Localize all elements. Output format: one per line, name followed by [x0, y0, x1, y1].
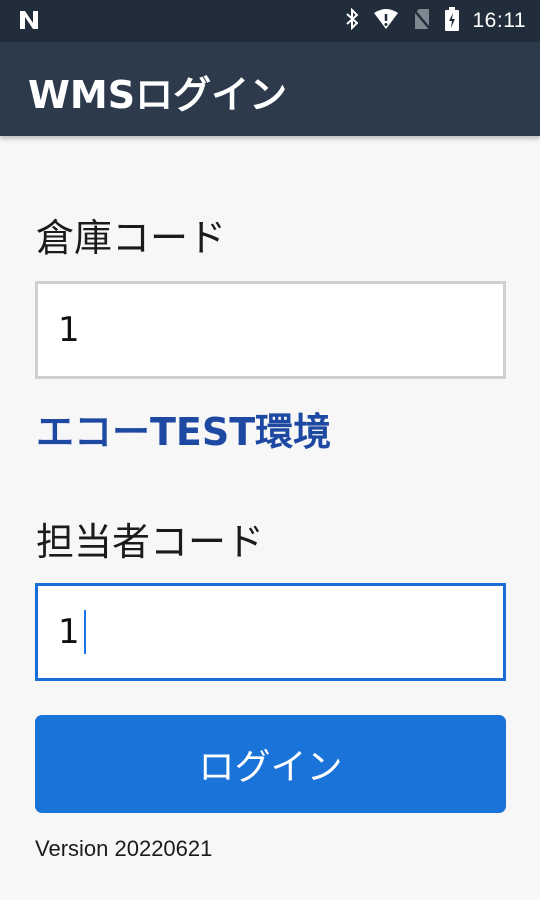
- staff-code-input[interactable]: 1: [35, 583, 506, 681]
- environment-label: エコーTEST環境: [36, 410, 332, 454]
- n-logo-icon: [18, 9, 40, 35]
- text-cursor: [83, 610, 86, 654]
- wifi-icon: [373, 8, 399, 34]
- warehouse-code-value: 1: [58, 310, 80, 350]
- warehouse-code-label: 倉庫コード: [36, 216, 227, 260]
- staff-code-label: 担当者コード: [36, 520, 265, 564]
- version-text: Version 20220621: [35, 836, 213, 861]
- page-title: WMSログイン: [28, 73, 288, 117]
- no-sim-icon: [412, 8, 431, 34]
- status-time: 16:11: [472, 9, 526, 32]
- bluetooth-icon: [345, 7, 359, 34]
- battery-charging-icon: [444, 7, 459, 35]
- login-button-label: ログイン: [198, 747, 343, 788]
- status-bar: 16:11: [0, 0, 540, 42]
- login-button[interactable]: ログイン: [35, 715, 506, 813]
- staff-code-value: 1: [58, 612, 80, 652]
- app-bar: WMSログイン: [0, 42, 540, 136]
- warehouse-code-input[interactable]: 1: [35, 281, 506, 379]
